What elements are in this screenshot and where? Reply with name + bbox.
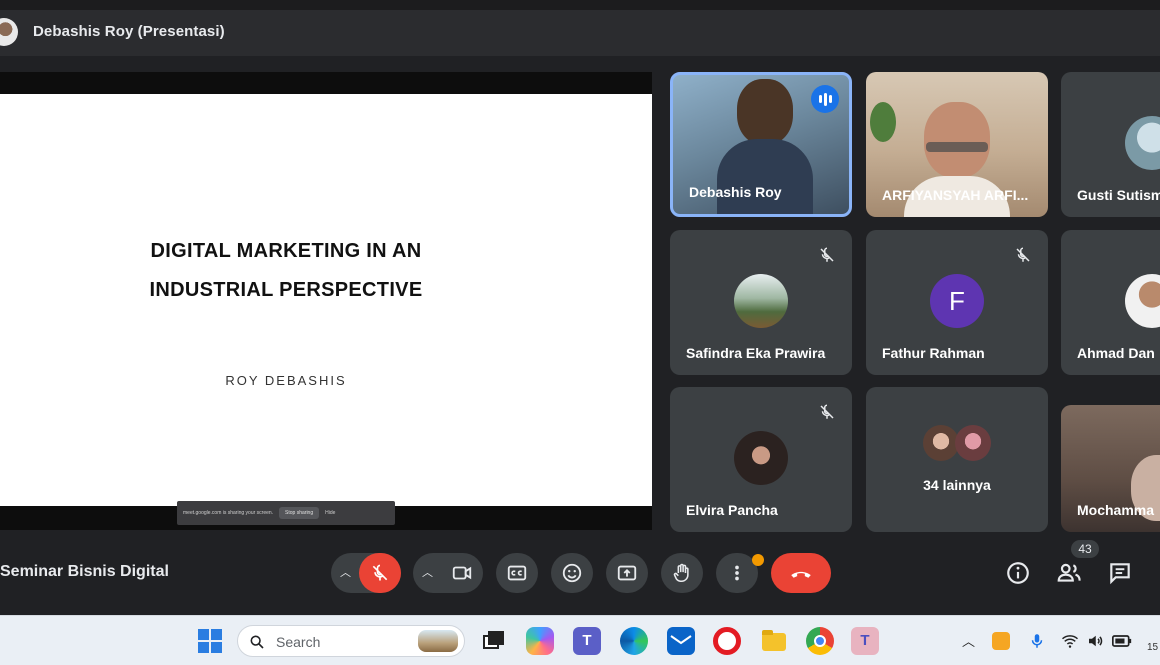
mic-options-chevron-icon[interactable]: ︿: [340, 564, 351, 580]
edge-icon[interactable]: [620, 627, 648, 655]
tray-expand-icon[interactable]: ︿: [962, 631, 975, 650]
participant-name: Fathur Rahman: [882, 345, 985, 361]
chat-icon[interactable]: [1107, 560, 1133, 586]
hide-button[interactable]: Hide: [325, 510, 335, 516]
emoji-icon: [562, 563, 582, 583]
mic-off-icon: [1016, 247, 1030, 262]
more-vert-icon: [735, 565, 739, 581]
camera-control-group: ︿: [413, 553, 483, 593]
participant-name: ARFIYANSYAH ARFI...: [882, 187, 1029, 203]
mic-off-icon: [820, 247, 834, 262]
copilot-icon[interactable]: [526, 627, 554, 655]
participant-name: Safindra Eka Prawira: [686, 345, 826, 361]
opera-icon[interactable]: [713, 627, 741, 655]
slide-title-line-2: INDUSTRIAL PERSPECTIVE: [149, 279, 423, 301]
participant-name: Mochamma: [1077, 502, 1155, 518]
reactions-button[interactable]: [551, 553, 593, 593]
presenter-label: Debashis Roy (Presentasi): [33, 23, 225, 40]
camera-icon: [452, 566, 472, 580]
chrome-icon[interactable]: [806, 627, 834, 655]
teams-active-icon[interactable]: T: [851, 627, 879, 655]
mail-icon[interactable]: [667, 627, 695, 655]
taskbar-clock: 15: [1147, 642, 1159, 653]
participant-tile[interactable]: Mochamma: [1061, 405, 1160, 532]
slide-author: ROY DEBASHIS: [225, 373, 347, 388]
windows-taskbar: Search T T ︿ 15: [0, 615, 1160, 665]
others-avatar: [955, 425, 991, 461]
participant-name: Debashis Roy: [689, 184, 782, 200]
top-bar: Debashis Roy (Presentasi): [0, 0, 1160, 56]
microphone-icon[interactable]: [1028, 631, 1046, 651]
meeting-title: Seminar Bisnis Digital: [0, 563, 169, 580]
tray-app-icon[interactable]: [992, 632, 1010, 650]
meeting-info-icon[interactable]: [1005, 560, 1031, 586]
others-count-label: 34 lainnya: [923, 477, 991, 493]
plant-decor: [870, 102, 896, 142]
taskbar-search-input[interactable]: Search: [237, 625, 465, 657]
share-message: meet.google.com is sharing your screen.: [183, 510, 274, 516]
leave-call-button[interactable]: [771, 553, 831, 593]
camera-options-chevron-icon[interactable]: ︿: [422, 564, 433, 580]
camera-toggle-button[interactable]: [441, 553, 483, 593]
participant-avatar: [1125, 274, 1160, 328]
participant-tile[interactable]: Gusti Sutism: [1061, 72, 1160, 217]
volume-icon[interactable]: [1086, 632, 1104, 650]
participant-tile[interactable]: ARFIYANSYAH ARFI...: [866, 72, 1048, 217]
people-icon[interactable]: [1056, 560, 1082, 586]
participant-tile[interactable]: Safindra Eka Prawira: [670, 230, 852, 375]
participant-tile[interactable]: Elvira Pancha: [670, 387, 852, 532]
participant-avatar: [734, 431, 788, 485]
search-placeholder: Search: [276, 634, 321, 650]
mic-off-icon: [820, 404, 834, 419]
stop-sharing-button[interactable]: Stop sharing: [279, 507, 320, 519]
participant-avatar: [734, 274, 788, 328]
participant-initial-avatar: F: [930, 274, 984, 328]
end-call-icon: [791, 571, 811, 578]
hand-icon: [673, 563, 689, 583]
screen-share-bar: meet.google.com is sharing your screen. …: [177, 501, 395, 525]
present-screen-icon: [617, 565, 637, 581]
participant-count-badge: 43: [1071, 540, 1099, 558]
slide-title-line-1: DIGITAL MARKETING IN AN: [150, 240, 422, 262]
present-button[interactable]: [606, 553, 648, 593]
presenter-avatar: [0, 18, 18, 46]
meet-window: { "header": { "presenter_label": "Debash…: [0, 0, 1160, 665]
wifi-icon[interactable]: [1061, 632, 1079, 650]
mic-off-icon: [372, 564, 388, 581]
mic-toggle-button[interactable]: [359, 553, 401, 593]
others-avatar: [923, 425, 959, 461]
captions-button[interactable]: [496, 553, 538, 593]
speaking-indicator-icon: [811, 85, 839, 113]
battery-icon[interactable]: [1112, 634, 1132, 648]
search-highlight-image: [418, 630, 458, 652]
teams-icon[interactable]: T: [573, 627, 601, 655]
captions-icon: [507, 565, 527, 581]
slide-title: DIGITAL MARKETING IN AN INDUSTRIAL PERSP…: [0, 232, 572, 310]
search-icon: [250, 635, 264, 649]
raise-hand-button[interactable]: [661, 553, 703, 593]
task-view-icon[interactable]: [479, 627, 507, 655]
windows-start-icon[interactable]: [196, 627, 224, 655]
participant-tile[interactable]: Debashis Roy: [670, 72, 852, 217]
participant-name: Ahmad Dan: [1077, 345, 1155, 361]
participant-avatar: [1125, 116, 1160, 170]
participant-tile[interactable]: F Fathur Rahman: [866, 230, 1048, 375]
notification-dot: [752, 554, 764, 566]
participant-tile[interactable]: Ahmad Dan: [1061, 230, 1160, 375]
presentation-stage: DIGITAL MARKETING IN AN INDUSTRIAL PERSP…: [0, 72, 652, 530]
mic-control-group: ︿: [331, 553, 401, 593]
file-explorer-icon[interactable]: [760, 627, 788, 655]
participant-name: Elvira Pancha: [686, 502, 778, 518]
others-tile[interactable]: 34 lainnya: [866, 387, 1048, 532]
participant-name: Gusti Sutism: [1077, 187, 1160, 203]
slide: DIGITAL MARKETING IN AN INDUSTRIAL PERSP…: [0, 94, 652, 506]
